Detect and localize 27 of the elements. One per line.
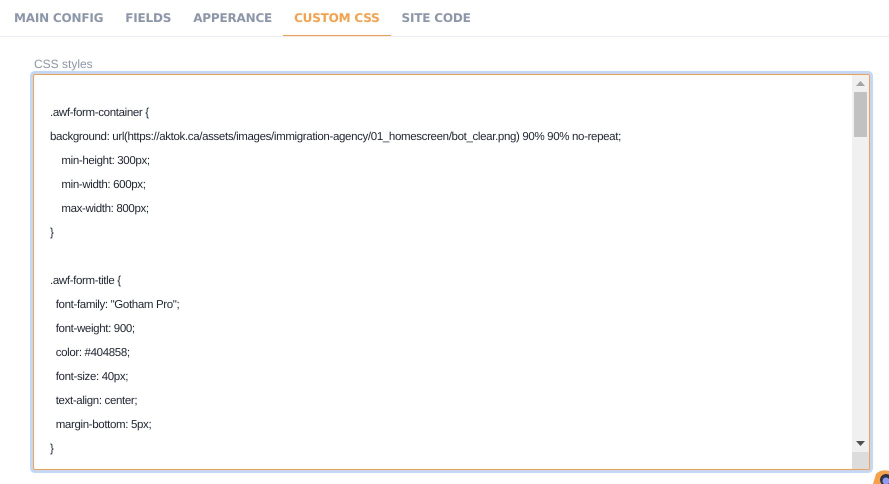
scroll-down-icon[interactable] — [856, 441, 865, 446]
code-line: margin-bottom: 5px; — [54, 419, 152, 431]
code-line: } — [50, 443, 54, 455]
tab[interactable]: MAIN CONFIG — [3, 0, 114, 36]
scrollbar-thumb[interactable] — [854, 92, 867, 137]
code-line: background: url(https://aktok.ca/assets/images/immigration-agency/01_homescreen/bot_clear.png) 90% 90% no-repeat; — [50, 131, 621, 143]
tab[interactable]: SITE CODE — [390, 0, 482, 36]
code-line: .awf-form-title { — [50, 275, 121, 287]
scroll-up-icon[interactable] — [856, 81, 865, 86]
tab[interactable]: APPERANCE — [182, 0, 284, 36]
code-line: color: #404858; — [54, 347, 130, 359]
code-line: font-family: "Gotham Pro"; — [54, 299, 180, 311]
chat-widget-icon[interactable] — [873, 470, 889, 484]
css-code-field[interactable] — [33, 74, 870, 470]
scrollbar-corner — [852, 452, 869, 469]
code-line: max-width: 800px; — [60, 203, 149, 215]
code-line: font-size: 40px; — [54, 371, 128, 383]
tab[interactable]: FIELDS — [114, 0, 182, 36]
tab[interactable]: CUSTOM CSS — [283, 0, 391, 36]
scrollbar[interactable] — [852, 75, 869, 469]
code-line: font-weight: 900; — [54, 323, 135, 335]
code-line: .awf-form-container { — [50, 107, 149, 119]
code-line: text-align: center; — [54, 395, 138, 407]
field-label: CSS styles — [34, 57, 94, 71]
code-line: min-height: 300px; — [60, 155, 150, 167]
code-line: } — [50, 227, 54, 239]
code-line: min-width: 600px; — [60, 179, 146, 191]
